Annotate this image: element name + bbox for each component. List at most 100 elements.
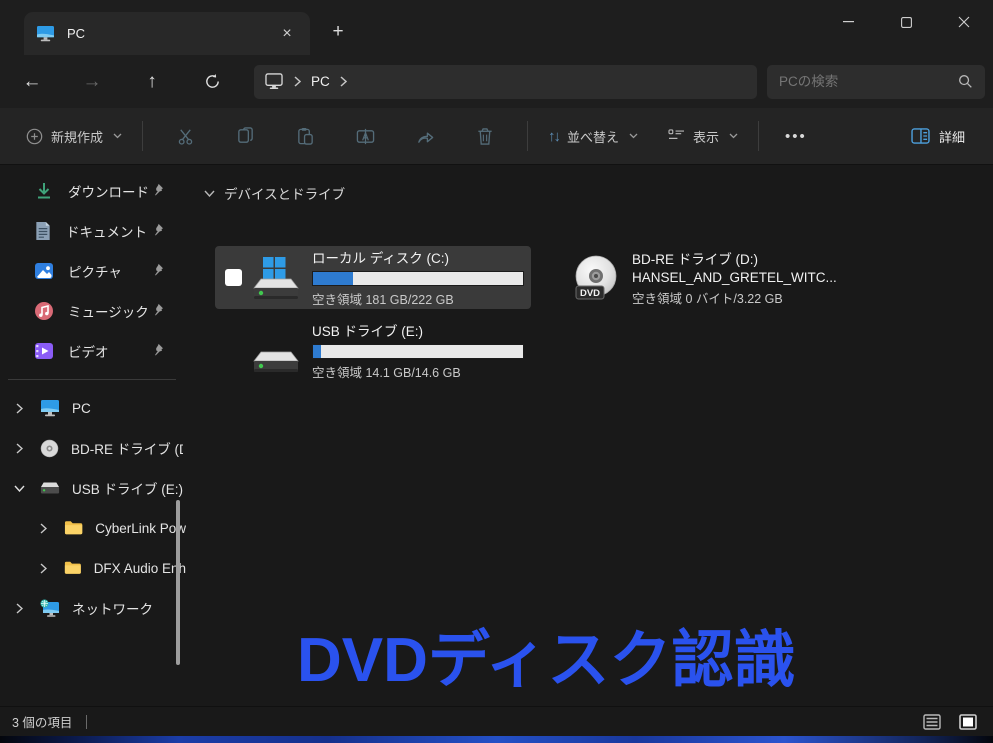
item-checkbox[interactable] xyxy=(225,269,242,286)
capacity-bar xyxy=(312,344,524,359)
details-pane-label: 詳細 xyxy=(939,127,965,146)
sidebar-item-usb-drive[interactable]: USB ドライブ (E:) xyxy=(0,468,186,508)
sidebar-item-label: CyberLink Pow xyxy=(95,521,186,536)
chevron-right-icon[interactable] xyxy=(12,601,26,615)
file-explorer-window: PC × + ← → ↑ xyxy=(0,0,993,743)
chevron-down-icon xyxy=(729,133,738,139)
group-header-label: デバイスとドライブ xyxy=(224,183,345,203)
search-input[interactable] xyxy=(779,74,958,89)
chevron-right-icon[interactable] xyxy=(36,521,50,535)
sidebar-item-pc[interactable]: PC xyxy=(0,388,186,428)
new-tab-button[interactable]: + xyxy=(324,18,352,46)
new-button[interactable]: 新規作成 xyxy=(18,121,130,152)
drive-item-bdre-d[interactable]: DVD BD-RE ドライブ (D:) HANSEL_AND_GRETEL_WI… xyxy=(564,246,880,309)
sidebar-item-label: BD-RE ドライブ (D xyxy=(71,438,183,458)
chevron-right-icon[interactable] xyxy=(12,441,26,455)
sort-icon: ↑↓ xyxy=(548,128,559,145)
up-button[interactable]: ↑ xyxy=(134,64,170,100)
pin-icon xyxy=(151,303,164,316)
window-controls xyxy=(819,0,993,44)
breadcrumb-pc-icon[interactable] xyxy=(264,73,284,90)
navigation-pane: ダウンロード ドキュメント ピクチャ ミュージック ビデオ xyxy=(0,165,186,706)
sort-button-label: 並べ替え xyxy=(567,127,619,146)
view-button[interactable]: 表示 xyxy=(660,121,746,152)
chevron-right-icon[interactable] xyxy=(36,561,50,575)
sidebar-item-folder-cyberlink[interactable]: CyberLink Pow xyxy=(0,508,186,548)
download-icon xyxy=(34,181,54,201)
sidebar-item-label: PC xyxy=(72,401,91,416)
large-icons-view-button[interactable] xyxy=(955,711,981,733)
sidebar-item-videos[interactable]: ビデオ xyxy=(0,331,186,371)
drive-icon xyxy=(40,481,60,495)
sidebar-item-network[interactable]: ネットワーク xyxy=(0,588,186,628)
sidebar-item-pictures[interactable]: ピクチャ xyxy=(0,251,186,291)
group-header-devices[interactable]: デバイスとドライブ xyxy=(204,183,993,203)
drive-item-local-disk-c[interactable]: ローカル ディスク (C:) 空き領域 181 GB/222 GB xyxy=(215,246,531,309)
sidebar-item-label: ダウンロード xyxy=(68,181,149,201)
sidebar-item-label: ミュージック xyxy=(68,301,149,321)
drive-name: ローカル ディスク (C:) xyxy=(312,247,525,267)
share-button xyxy=(408,119,442,153)
drive-free-space: 空き領域 14.1 GB/14.6 GB xyxy=(312,362,525,381)
sidebar-item-label: DFX Audio Enh xyxy=(94,561,186,576)
chevron-right-icon[interactable] xyxy=(12,401,26,415)
toolbar-divider xyxy=(758,121,759,151)
desktop-wallpaper-strip xyxy=(0,736,993,743)
drive-item-usb-e[interactable]: USB ドライブ (E:) 空き領域 14.1 GB/14.6 GB xyxy=(215,319,531,382)
pc-monitor-icon xyxy=(36,25,55,42)
tab-pc[interactable]: PC × xyxy=(24,12,310,55)
details-view-button[interactable] xyxy=(919,711,945,733)
pin-icon xyxy=(151,183,164,196)
chevron-down-icon xyxy=(113,133,122,139)
refresh-button[interactable] xyxy=(194,64,230,100)
sidebar-item-label: ピクチャ xyxy=(68,261,122,281)
forward-button: → xyxy=(74,64,110,100)
pin-icon xyxy=(151,343,164,356)
sidebar-item-folder-dfx[interactable]: DFX Audio Enh xyxy=(0,548,186,588)
more-options-button[interactable]: ••• xyxy=(771,128,821,145)
address-bar[interactable]: PC xyxy=(254,65,757,99)
toolbar-divider xyxy=(142,121,143,151)
drive-name: BD-RE ドライブ (D:) xyxy=(632,248,874,268)
cut-button xyxy=(168,119,202,153)
sort-button[interactable]: ↑↓ 並べ替え xyxy=(540,121,646,152)
back-button[interactable]: ← xyxy=(14,64,50,100)
drive-volume-label: HANSEL_AND_GRETEL_WITC... xyxy=(632,270,874,285)
sidebar-item-label: ドキュメント xyxy=(66,221,147,241)
disc-icon xyxy=(40,439,59,458)
pictures-icon xyxy=(34,261,54,281)
status-divider xyxy=(86,715,87,729)
sidebar-item-music[interactable]: ミュージック xyxy=(0,291,186,331)
sidebar-item-label: ビデオ xyxy=(68,341,109,361)
tab-close-icon[interactable]: × xyxy=(274,21,300,47)
sidebar-scrollbar[interactable] xyxy=(176,500,180,665)
pin-icon xyxy=(151,223,164,236)
sidebar-item-documents[interactable]: ドキュメント xyxy=(0,211,186,251)
video-icon xyxy=(34,341,54,361)
chevron-down-icon[interactable] xyxy=(12,481,26,495)
sidebar-item-downloads[interactable]: ダウンロード xyxy=(0,171,186,211)
explorer-body: ダウンロード ドキュメント ピクチャ ミュージック ビデオ xyxy=(0,165,993,706)
usb-drive-icon xyxy=(250,327,302,375)
dvd-disc-icon: DVD xyxy=(570,254,622,302)
paste-button xyxy=(288,119,322,153)
close-window-button[interactable] xyxy=(935,0,993,44)
status-bar: 3 個の項目 xyxy=(0,706,993,736)
windows-drive-icon xyxy=(250,254,302,302)
sidebar-item-bdre-drive[interactable]: BD-RE ドライブ (D xyxy=(0,428,186,468)
minimize-button[interactable] xyxy=(819,0,877,44)
delete-button xyxy=(468,119,502,153)
tab-title: PC xyxy=(67,26,274,41)
command-bar: 新規作成 ↑↓ 並べ替え 表示 xyxy=(0,108,993,165)
search-box[interactable] xyxy=(767,65,985,99)
details-pane-button[interactable]: 詳細 xyxy=(901,121,975,152)
pc-monitor-icon xyxy=(40,399,60,417)
svg-text:DVD: DVD xyxy=(580,288,600,299)
breadcrumb-item-pc[interactable]: PC xyxy=(311,74,330,89)
sidebar-divider xyxy=(8,379,176,380)
search-icon[interactable] xyxy=(958,74,973,89)
capacity-bar xyxy=(312,271,524,286)
pin-icon xyxy=(151,263,164,276)
maximize-button[interactable] xyxy=(877,0,935,44)
view-icon xyxy=(668,129,685,144)
